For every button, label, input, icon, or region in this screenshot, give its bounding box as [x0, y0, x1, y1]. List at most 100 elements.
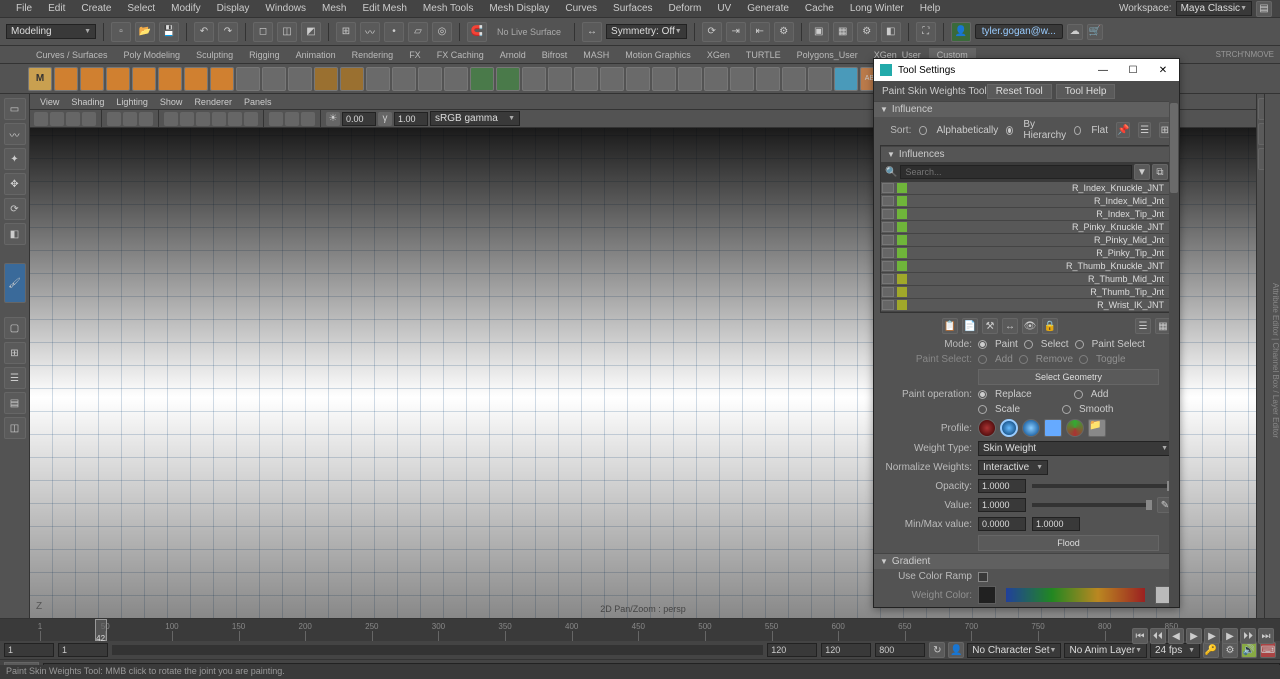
- persp-graph-icon[interactable]: ▤: [4, 392, 26, 414]
- shelf-icon[interactable]: [54, 67, 78, 91]
- shelf-icon[interactable]: [652, 67, 676, 91]
- snap-curve-icon[interactable]: 〰: [360, 22, 380, 42]
- shelf-icon[interactable]: [730, 67, 754, 91]
- new-scene-icon[interactable]: ▫: [111, 22, 131, 42]
- influence-row[interactable]: R_Pinky_Tip_Jnt: [881, 247, 1172, 260]
- paste-weights-icon[interactable]: 📄: [962, 318, 978, 334]
- influence-color-swatch[interactable]: [897, 235, 907, 245]
- shelf-icon[interactable]: [470, 67, 494, 91]
- go-start-icon[interactable]: ⏮: [1132, 628, 1148, 644]
- op-scale-radio[interactable]: [978, 405, 987, 414]
- pin-icon[interactable]: 📌: [1116, 122, 1130, 138]
- step-forward-icon[interactable]: ▶: [1222, 628, 1238, 644]
- snap-grid-icon[interactable]: ⊞: [336, 22, 356, 42]
- menu-select[interactable]: Select: [119, 1, 163, 16]
- shelf-icon[interactable]: [184, 67, 208, 91]
- range-outer-end-input[interactable]: [821, 643, 871, 657]
- time-slider[interactable]: 1501001502002503003504004505005506006507…: [0, 619, 1280, 641]
- shelf-icon[interactable]: [132, 67, 156, 91]
- four-pane-icon[interactable]: ⊞: [4, 342, 26, 364]
- menu-deform[interactable]: Deform: [661, 1, 710, 16]
- shelf-icon[interactable]: [756, 67, 780, 91]
- resolution-gate-icon[interactable]: [123, 112, 137, 126]
- select-comp-icon[interactable]: ◫: [277, 22, 297, 42]
- select-geometry-button[interactable]: Select Geometry: [978, 369, 1159, 385]
- menu-display[interactable]: Display: [209, 1, 258, 16]
- mode-select-radio[interactable]: [1024, 340, 1033, 349]
- shelf-icon[interactable]: [288, 67, 312, 91]
- profile-browse-icon[interactable]: 📁: [1088, 419, 1106, 437]
- influence-row[interactable]: R_Pinky_Knuckle_JNT: [881, 221, 1172, 234]
- lock-icon[interactable]: [882, 300, 894, 310]
- panel-renderer[interactable]: Renderer: [188, 96, 238, 108]
- panel-view[interactable]: View: [34, 96, 65, 108]
- lights-icon[interactable]: [228, 112, 242, 126]
- film-gate-icon[interactable]: [107, 112, 121, 126]
- mode-paintselect-radio[interactable]: [1075, 340, 1084, 349]
- snap-plane-icon[interactable]: ▱: [408, 22, 428, 42]
- minimize-icon[interactable]: —: [1093, 62, 1113, 78]
- paint-select-tool-icon[interactable]: ✦: [4, 148, 26, 170]
- prefs-icon[interactable]: ⚙: [1222, 642, 1238, 658]
- shelf-icon[interactable]: [626, 67, 650, 91]
- copy-weights-icon[interactable]: 📋: [942, 318, 958, 334]
- menu-generate[interactable]: Generate: [739, 1, 797, 16]
- profile-gaussian-icon[interactable]: [978, 419, 996, 437]
- play-back-icon[interactable]: ▶: [1186, 628, 1202, 644]
- list-mode-icon[interactable]: ☰: [1135, 318, 1151, 334]
- influence-color-swatch[interactable]: [897, 196, 907, 206]
- panel-show[interactable]: Show: [154, 96, 189, 108]
- step-forward-key-icon[interactable]: ⏵⏵: [1240, 628, 1256, 644]
- shelf-icon[interactable]: [262, 67, 286, 91]
- right-tab-strip[interactable]: Attribute Editor | Channel Box / Layer E…: [1264, 94, 1280, 618]
- workspace-dropdown[interactable]: Maya Classic▼: [1176, 1, 1252, 16]
- shelf-icon[interactable]: [782, 67, 806, 91]
- lock-icon[interactable]: [882, 261, 894, 271]
- colorspace-dropdown[interactable]: sRGB gamma▼: [430, 111, 520, 126]
- character-set-dropdown[interactable]: No Character Set▼: [967, 643, 1061, 658]
- influence-row[interactable]: R_Thumb_Mid_Jnt: [881, 273, 1172, 286]
- influence-color-swatch[interactable]: [897, 222, 907, 232]
- audio-icon[interactable]: 🔊: [1241, 642, 1257, 658]
- influence-search-input[interactable]: [900, 165, 1132, 179]
- fps-dropdown[interactable]: 24 fps▼: [1150, 643, 1200, 658]
- shelf-tab-mash[interactable]: MASH: [575, 48, 617, 62]
- shelf-maya-icon[interactable]: M: [28, 67, 52, 91]
- select-tool-icon[interactable]: ▭: [4, 98, 26, 120]
- op-add-radio[interactable]: [1074, 390, 1083, 399]
- influence-row[interactable]: R_Index_Mid_Jnt: [881, 195, 1172, 208]
- shelf-icon[interactable]: [704, 67, 728, 91]
- shelf-icon[interactable]: [548, 67, 572, 91]
- safe-area-icon[interactable]: [164, 112, 178, 126]
- shelf-tab-arnold[interactable]: Arnold: [492, 48, 534, 62]
- influence-color-swatch[interactable]: [897, 300, 907, 310]
- lock-icon[interactable]: [882, 287, 894, 297]
- influence-row[interactable]: R_Pinky_Mid_Jnt: [881, 234, 1172, 247]
- close-icon[interactable]: ✕: [1153, 62, 1173, 78]
- sort-flat-radio[interactable]: [1074, 126, 1081, 135]
- panel-panels[interactable]: Panels: [238, 96, 278, 108]
- symmetry-icon[interactable]: ↔: [582, 22, 602, 42]
- shelf-tab-turtle[interactable]: TURTLE: [738, 48, 789, 62]
- weight-color-ramp[interactable]: [1006, 588, 1145, 602]
- op-replace-radio[interactable]: [978, 390, 987, 399]
- influence-row[interactable]: R_Thumb_Knuckle_JNT: [881, 260, 1172, 273]
- render-settings-icon[interactable]: ⚙: [857, 22, 877, 42]
- shelf-icon[interactable]: [392, 67, 416, 91]
- weight-type-dropdown[interactable]: Skin Weight▼: [978, 441, 1173, 456]
- script-editor-icon[interactable]: ⌨: [1260, 642, 1276, 658]
- shelf-icon[interactable]: [444, 67, 468, 91]
- expand-panel-icon[interactable]: ⛶: [916, 22, 936, 42]
- shelf-icon[interactable]: [808, 67, 832, 91]
- shelf-tab-polyuser[interactable]: Polygons_User: [789, 48, 866, 62]
- shelf-tab-xgen[interactable]: XGen: [699, 48, 738, 62]
- lock-icon[interactable]: [882, 274, 894, 284]
- anim-layer-dropdown[interactable]: No Anim Layer▼: [1064, 643, 1147, 658]
- wireframe-icon[interactable]: [180, 112, 194, 126]
- menu-help[interactable]: Help: [912, 1, 949, 16]
- menu-surfaces[interactable]: Surfaces: [605, 1, 660, 16]
- shelf-tab-motiongraphics[interactable]: Motion Graphics: [617, 48, 699, 62]
- shelf-icon[interactable]: [600, 67, 624, 91]
- autokey-icon[interactable]: 🔑: [1203, 642, 1219, 658]
- sort-alphabetical-radio[interactable]: [919, 126, 926, 135]
